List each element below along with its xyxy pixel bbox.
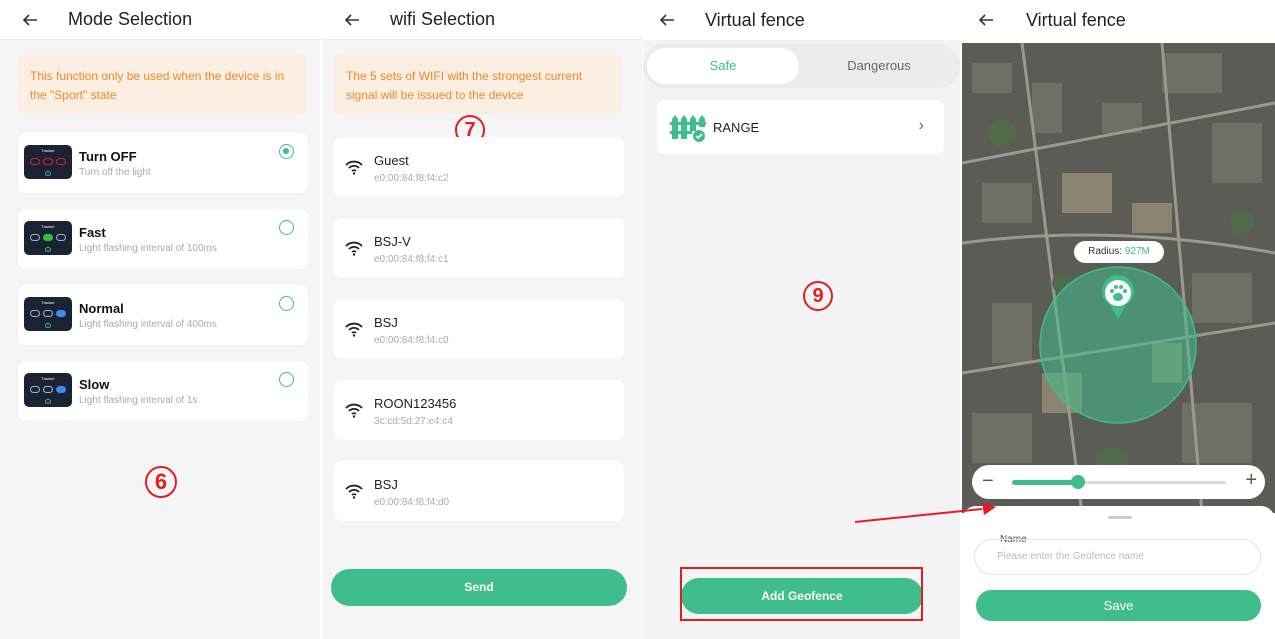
thumb-label: Tracker bbox=[41, 148, 55, 153]
mode-desc: Light flashing interval of 100ms bbox=[79, 243, 217, 254]
wifi-name: Guest bbox=[374, 153, 409, 168]
back-arrow-icon[interactable] bbox=[659, 12, 675, 28]
mode-selection-screen: Mode Selection This function only be use… bbox=[0, 0, 320, 639]
geofence-name-input[interactable]: Please enter the Geofence name bbox=[974, 539, 1261, 575]
tab-dangerous[interactable]: Dangerous bbox=[803, 48, 955, 84]
tracker-thumbnail: Tracker bbox=[24, 145, 72, 179]
chevron-right-icon: › bbox=[918, 117, 924, 134]
mode-desc: Turn off the light bbox=[79, 167, 151, 178]
step-marker: 9 bbox=[803, 281, 833, 311]
page-title: Virtual fence bbox=[705, 9, 805, 30]
wifi-icon bbox=[344, 321, 364, 342]
wifi-mac: e0:00:84:f8:f4:c0 bbox=[374, 335, 449, 346]
wifi-icon bbox=[344, 402, 364, 423]
back-arrow-icon[interactable] bbox=[344, 12, 360, 28]
mode-desc: Light flashing interval of 1s bbox=[79, 395, 198, 406]
mode-option-fast[interactable]: Tracker Fast Light flashing interval of … bbox=[18, 209, 308, 269]
range-label: RANGE bbox=[713, 120, 760, 135]
mode-option-slow[interactable]: Tracker Slow Light flashing interval of … bbox=[18, 361, 308, 421]
radio-selected-icon[interactable] bbox=[279, 144, 294, 159]
pet-paw-pin-icon[interactable] bbox=[1100, 275, 1136, 326]
virtual-fence-map-screen: Virtual fence Radius: 927M − + Name Plea… bbox=[962, 0, 1275, 639]
header: Mode Selection bbox=[0, 0, 320, 40]
wifi-mac: e0:00:84:f8:f4:c1 bbox=[374, 254, 449, 265]
radius-value: 927M bbox=[1124, 246, 1150, 257]
bottom-sheet: Name Please enter the Geofence name Save bbox=[962, 506, 1275, 639]
wifi-selection-screen: wifi Selection The 5 sets of WIFI with t… bbox=[322, 0, 642, 639]
wifi-list-item[interactable]: BSJ e0:00:84:f8:f4:c0 bbox=[334, 299, 624, 359]
radius-bubble: Radius: 927M bbox=[1074, 241, 1164, 263]
page-title: Mode Selection bbox=[68, 9, 193, 29]
wifi-list-item[interactable]: ROON123456 3c:cd:5d:27:e4:c4 bbox=[334, 380, 624, 440]
wifi-mac: e0:00:84:f8:f4:d0 bbox=[374, 497, 450, 508]
wifi-mac: 3c:cd:5d:27:e4:c4 bbox=[374, 416, 453, 427]
mode-option-normal[interactable]: Tracker Normal Light flashing interval o… bbox=[18, 285, 308, 345]
wifi-list-item[interactable]: Guest e0:00:84:f8:f4:c2 bbox=[334, 137, 624, 197]
wifi-name: BSJ-V bbox=[374, 234, 411, 249]
fence-type-tabs: Safe Dangerous bbox=[643, 44, 960, 88]
plus-icon[interactable]: + bbox=[1245, 470, 1257, 490]
wifi-list-item[interactable]: BSJ e0:00:84:f8:f4:d0 bbox=[334, 461, 624, 521]
page-title: Virtual fence bbox=[1026, 9, 1126, 30]
back-arrow-icon[interactable] bbox=[978, 12, 994, 28]
mode-desc: Light flashing interval of 400ms bbox=[79, 319, 217, 330]
tab-safe[interactable]: Safe bbox=[647, 48, 799, 84]
fence-icon bbox=[670, 111, 706, 148]
wifi-icon bbox=[344, 240, 364, 261]
range-list-item[interactable]: RANGE › bbox=[657, 100, 944, 154]
mode-name: Normal bbox=[79, 301, 124, 316]
header: wifi Selection bbox=[322, 0, 642, 40]
satellite-map[interactable]: Radius: 927M − + bbox=[962, 43, 1275, 513]
highlight-box bbox=[680, 567, 923, 621]
tracker-thumbnail: Tracker bbox=[24, 373, 72, 407]
slider-knob[interactable] bbox=[1071, 475, 1086, 489]
tracker-thumbnail: Tracker bbox=[24, 297, 72, 331]
wifi-list-item[interactable]: BSJ-V e0:00:84:f8:f4:c1 bbox=[334, 218, 624, 278]
mode-name: Slow bbox=[79, 377, 110, 392]
thumb-label: Tracker bbox=[41, 300, 55, 305]
step-marker: ⑥6 bbox=[145, 466, 177, 498]
notice-banner: This function only be used when the devi… bbox=[18, 54, 306, 114]
thumb-label: Tracker bbox=[41, 376, 55, 381]
wifi-icon bbox=[344, 159, 364, 180]
radius-slider[interactable]: − + bbox=[972, 465, 1265, 499]
thumb-label: Tracker bbox=[41, 224, 55, 229]
tracker-thumbnail: Tracker bbox=[24, 221, 72, 255]
radius-label: Radius: bbox=[1088, 246, 1123, 257]
wifi-icon bbox=[344, 483, 364, 504]
wifi-name: ROON123456 bbox=[374, 396, 457, 411]
wifi-name: BSJ bbox=[374, 315, 398, 330]
mode-option-turn-off[interactable]: Tracker Turn OFF Turn off the light bbox=[18, 133, 308, 193]
save-button[interactable]: Save bbox=[976, 590, 1261, 621]
radio-unselected-icon[interactable] bbox=[279, 296, 294, 311]
send-button[interactable]: Send bbox=[331, 569, 627, 606]
mode-name: Fast bbox=[79, 225, 106, 240]
header: Virtual fence bbox=[962, 0, 1275, 40]
virtual-fence-list-screen: Virtual fence Safe Dangerous RANGE › 9 A… bbox=[643, 0, 960, 639]
slider-fill bbox=[1012, 480, 1079, 485]
header: Virtual fence bbox=[643, 0, 960, 40]
mode-name: Turn OFF bbox=[79, 149, 137, 164]
minus-icon[interactable]: − bbox=[982, 471, 994, 491]
page-title: wifi Selection bbox=[390, 9, 496, 29]
back-arrow-icon[interactable] bbox=[22, 12, 38, 28]
radio-unselected-icon[interactable] bbox=[279, 220, 294, 235]
drag-handle[interactable] bbox=[1108, 516, 1132, 519]
wifi-mac: e0:00:84:f8:f4:c2 bbox=[374, 173, 449, 184]
wifi-name: BSJ bbox=[374, 477, 398, 492]
radio-unselected-icon[interactable] bbox=[279, 372, 294, 387]
notice-banner: The 5 sets of WIFI with the strongest cu… bbox=[334, 54, 622, 114]
